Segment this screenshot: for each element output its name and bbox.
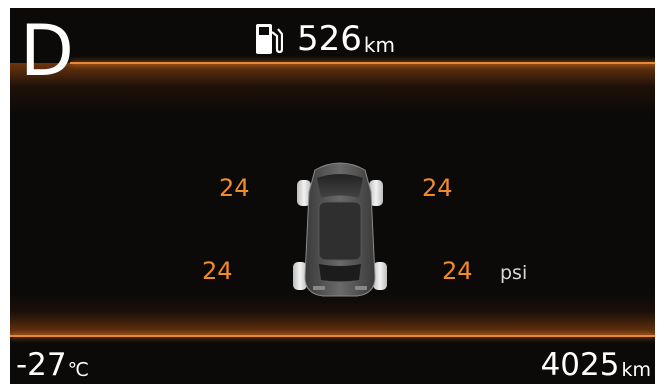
pressure-unit: psi bbox=[500, 262, 528, 284]
temperature-unit: ℃ bbox=[67, 359, 89, 381]
top-glow bbox=[10, 63, 655, 115]
tire-pressure-front-right: 24 bbox=[422, 174, 453, 202]
fuel-pump-icon bbox=[256, 24, 283, 54]
tire-pressure-rear-left: 24 bbox=[202, 257, 233, 285]
outside-temperature: -27 ℃ bbox=[16, 348, 89, 382]
range-unit: km bbox=[363, 33, 395, 57]
gear-indicator: D bbox=[20, 10, 74, 92]
tire-pressure-front-left: 24 bbox=[219, 174, 250, 202]
cluster-display: D 526 km 24 24 24 24 psi -27 ℃ 4025 km bbox=[10, 8, 655, 384]
bottom-divider bbox=[10, 335, 655, 337]
top-divider bbox=[70, 62, 655, 64]
tire-pressure-rear-right: 24 bbox=[442, 257, 473, 285]
odometer-unit: km bbox=[621, 359, 651, 381]
fuel-range: 526 km bbox=[255, 20, 395, 56]
car-top-view-icon bbox=[293, 162, 387, 297]
odometer-value: 4025 bbox=[540, 347, 620, 383]
range-value: 526 bbox=[297, 19, 362, 59]
temperature-value: -27 bbox=[16, 347, 67, 383]
odometer: 4025 km bbox=[541, 348, 651, 382]
